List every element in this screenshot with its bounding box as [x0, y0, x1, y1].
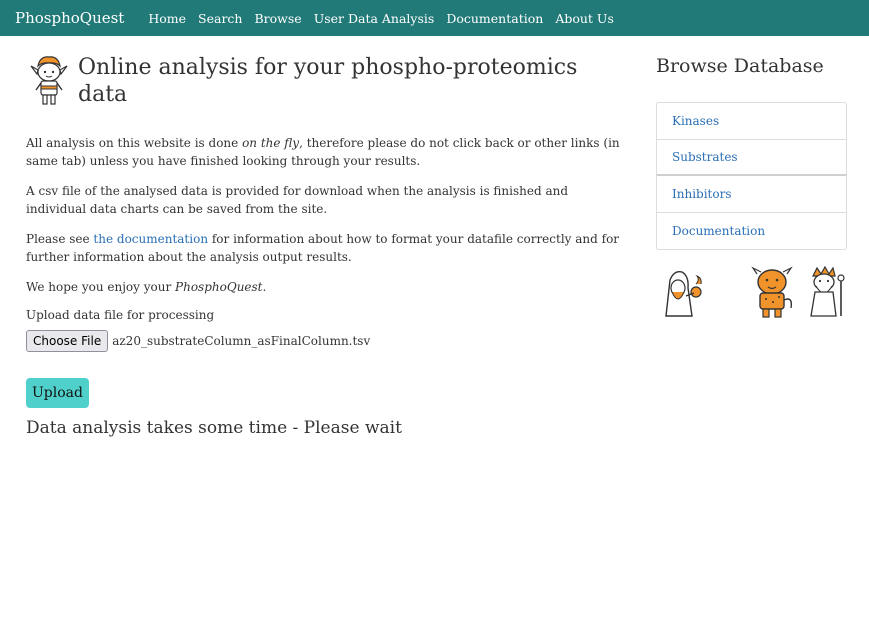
page-title: Online analysis for your phospho-proteom… — [78, 55, 578, 107]
nav-browse[interactable]: Browse — [254, 11, 301, 26]
intro-emphasis: on the fly — [242, 136, 300, 150]
sidebar-item-kinases[interactable]: Kinases — [657, 103, 846, 140]
choose-file-button[interactable]: Choose File — [26, 330, 109, 352]
lion-warrior-icon — [751, 266, 793, 318]
documentation-link[interactable]: the documentation — [93, 232, 208, 246]
file-input-row: Choose File az20_substrateColumn_asFinal… — [26, 330, 626, 352]
sidebar-title: Browse Database — [656, 55, 824, 77]
nav-user-data-analysis[interactable]: User Data Analysis — [314, 11, 435, 26]
wizard-icon — [665, 270, 702, 317]
title-row: Online analysis for your phospho-proteom… — [26, 54, 626, 108]
sidebar: Browse Database Kinases Substrates Inhib… — [656, 36, 847, 326]
csv-paragraph: A csv file of the analysed data is provi… — [26, 184, 569, 216]
character-illustrations — [656, 266, 847, 326]
doc-text-a: Please see — [26, 232, 94, 246]
nav-home[interactable]: Home — [148, 11, 186, 26]
upload-label: Upload data file for processing — [26, 308, 215, 322]
nav-links: Home Search Browse User Data Analysis Do… — [138, 11, 620, 26]
upload-button[interactable]: Upload — [26, 378, 89, 408]
browse-list: Kinases Substrates Inhibitors Documentat… — [656, 102, 847, 250]
enjoy-paragraph: We hope you enjoy your PhosphoQuest. — [26, 278, 626, 296]
intro-text-a: All analysis on this website is done — [26, 136, 243, 150]
nav-about-us[interactable]: About Us — [555, 11, 614, 26]
adventurer-logo-icon — [30, 56, 68, 105]
enjoy-emphasis: PhosphoQuest — [175, 280, 263, 294]
sidebar-item-inhibitors[interactable]: Inhibitors — [657, 176, 846, 213]
intro-paragraph: All analysis on this website is done on … — [26, 134, 626, 170]
enjoy-text-b: . — [262, 280, 267, 294]
wait-message: Data analysis takes some time - Please w… — [26, 418, 402, 438]
selected-file-name: az20_substrateColumn_asFinalColumn.tsv — [112, 334, 371, 348]
documentation-paragraph: Please see the documentation for informa… — [26, 230, 626, 266]
elder-mage-icon — [810, 266, 845, 317]
brand-link[interactable]: PhosphoQuest — [15, 9, 124, 27]
sidebar-item-substrates[interactable]: Substrates — [657, 140, 846, 176]
nav-documentation[interactable]: Documentation — [446, 11, 543, 26]
enjoy-text-a: We hope you enjoy your — [26, 280, 176, 294]
main-content: Online analysis for your phospho-proteom… — [26, 36, 626, 438]
nav-search[interactable]: Search — [198, 11, 242, 26]
sidebar-item-documentation[interactable]: Documentation — [657, 213, 846, 250]
navbar: PhosphoQuest Home Search Browse User Dat… — [0, 0, 869, 36]
